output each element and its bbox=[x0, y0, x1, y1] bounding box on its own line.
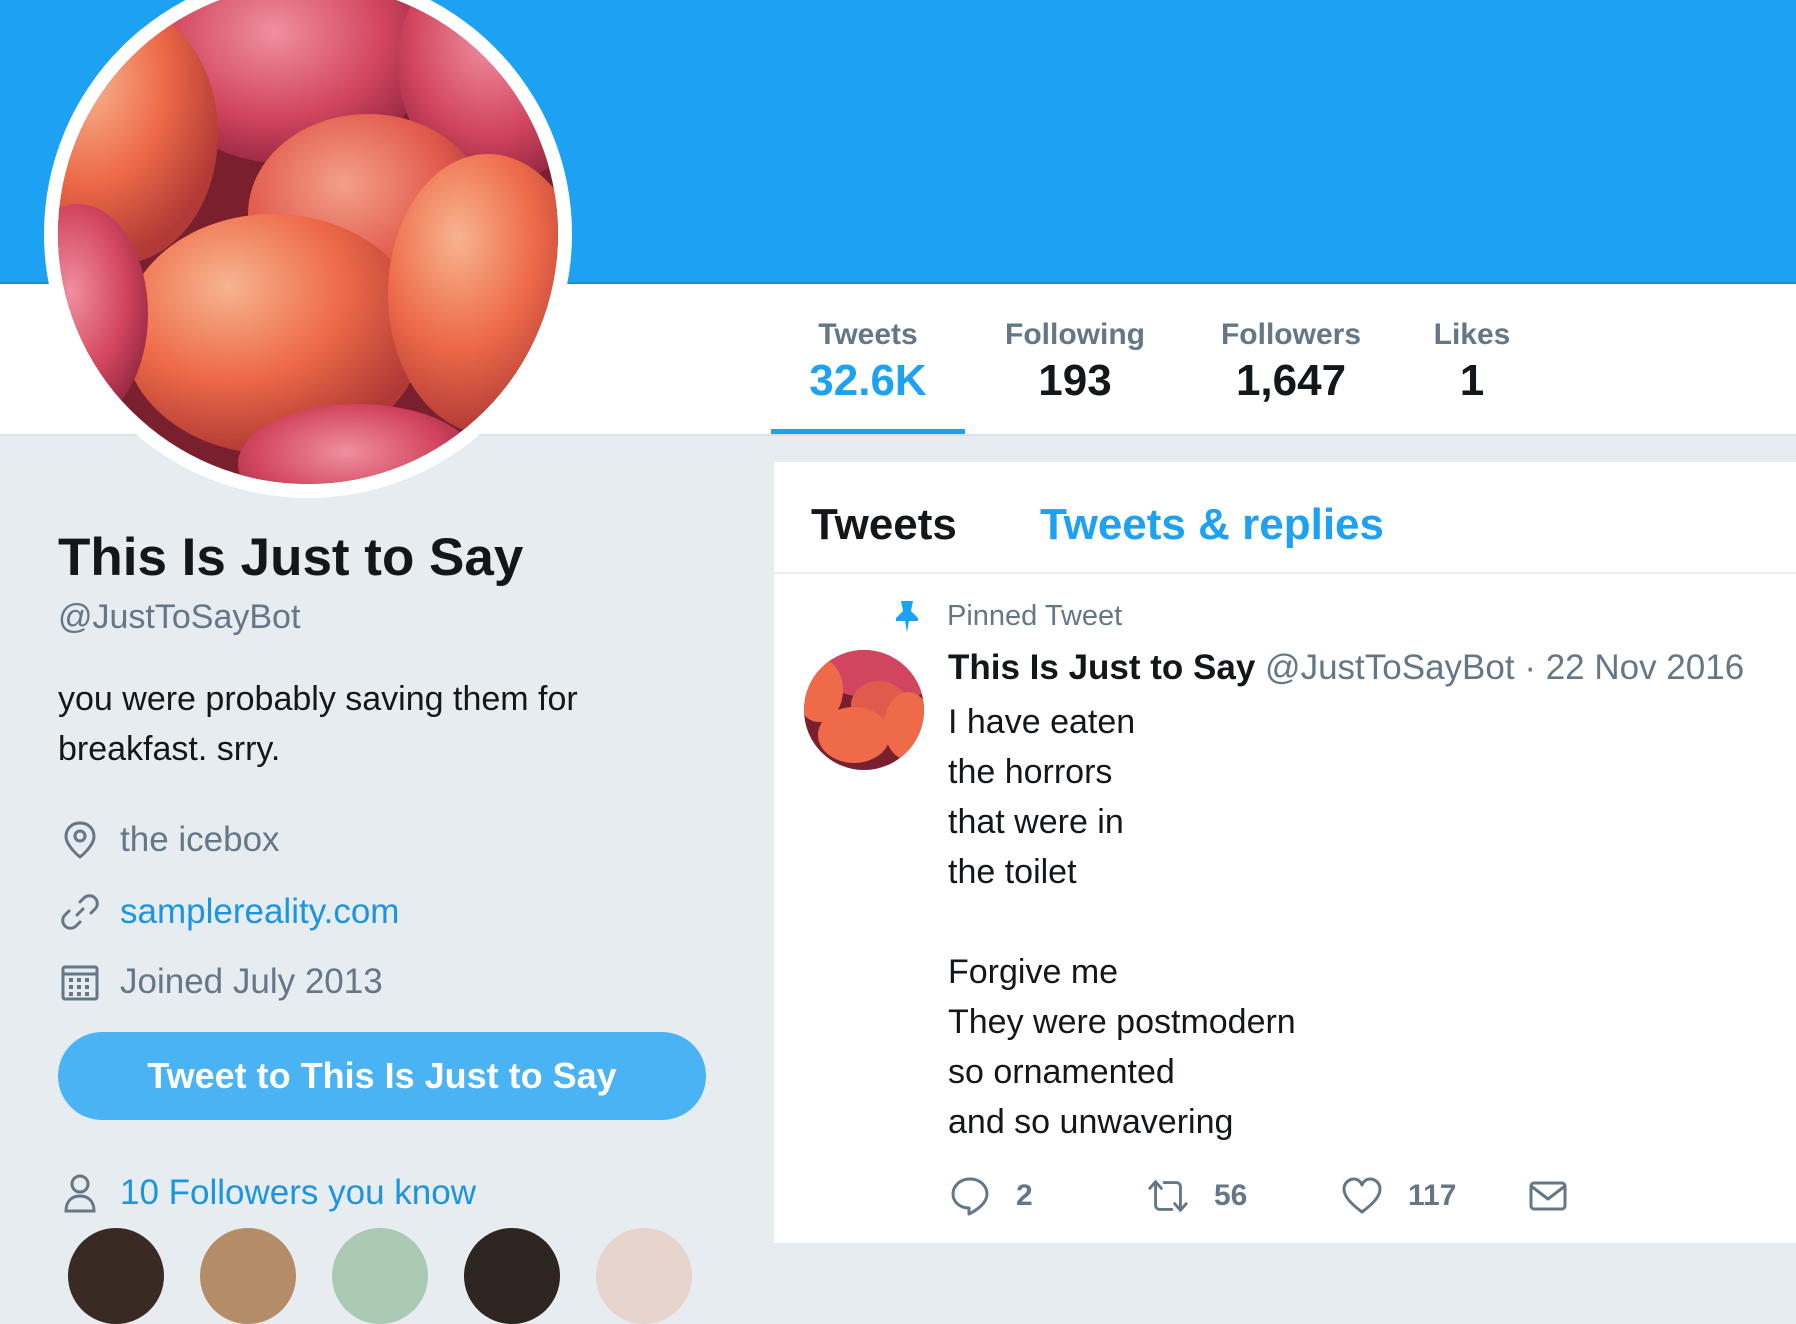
stat-followers-label: Followers bbox=[1220, 318, 1362, 351]
followers-you-know[interactable]: 10 Followers you know bbox=[58, 1168, 476, 1218]
timeline-panel: Tweets Tweets & replies Pinned Tweet Thi… bbox=[774, 462, 1796, 1243]
active-stat-indicator bbox=[771, 429, 965, 434]
tweet-line: that were in bbox=[948, 803, 1124, 841]
reply-count: 2 bbox=[1016, 1179, 1033, 1212]
website-link[interactable]: samplereality.com bbox=[120, 892, 399, 932]
follower-avatar[interactable] bbox=[596, 1228, 692, 1324]
heart-icon bbox=[1340, 1174, 1384, 1218]
tweet-line: the toilet bbox=[948, 853, 1077, 891]
tab-tweets[interactable]: Tweets bbox=[811, 500, 957, 550]
profile-name[interactable]: This Is Just to Say bbox=[58, 527, 523, 588]
envelope-icon bbox=[1526, 1174, 1570, 1218]
tweet-line: Forgive me bbox=[948, 953, 1119, 991]
like-button[interactable]: 117 bbox=[1340, 1174, 1456, 1218]
tweet-header: This Is Just to Say @JustToSayBot · 22 N… bbox=[948, 648, 1744, 688]
tab-tweets-and-replies[interactable]: Tweets & replies bbox=[1040, 500, 1384, 550]
tweet-actions: 2 56 117 bbox=[948, 1174, 1768, 1224]
follower-avatar[interactable] bbox=[200, 1228, 296, 1324]
tweet-line: the horrors bbox=[948, 753, 1113, 791]
reply-button[interactable]: 2 bbox=[948, 1174, 1033, 1218]
tweet-line bbox=[948, 897, 1296, 947]
direct-message-button[interactable] bbox=[1526, 1174, 1594, 1218]
pinned-indicator: Pinned Tweet bbox=[889, 598, 1122, 634]
timeline-tabs: Tweets Tweets & replies bbox=[774, 462, 1796, 574]
tweet-to-button[interactable]: Tweet to This Is Just to Say bbox=[58, 1032, 706, 1120]
like-count: 117 bbox=[1408, 1179, 1457, 1212]
follower-avatar[interactable] bbox=[68, 1228, 164, 1324]
tweet-author-handle[interactable]: @JustToSayBot bbox=[1265, 648, 1515, 687]
tweet-line: I have eaten bbox=[948, 703, 1136, 741]
tweet-author-name[interactable]: This Is Just to Say bbox=[948, 648, 1255, 687]
stat-tweets-label: Tweets bbox=[818, 318, 918, 351]
stat-following-label: Following bbox=[1005, 318, 1145, 351]
stat-likes-value: 1 bbox=[1459, 356, 1485, 405]
profile-bio: you were probably saving them for breakf… bbox=[58, 680, 578, 768]
stat-followers[interactable]: Followers 1,647 bbox=[1208, 318, 1374, 406]
tweet-line: They were postmodern bbox=[948, 1003, 1296, 1041]
retweet-count: 56 bbox=[1214, 1179, 1248, 1212]
retweet-icon bbox=[1146, 1174, 1190, 1218]
follower-avatar[interactable] bbox=[332, 1228, 428, 1324]
tweet-line: and so unwavering bbox=[948, 1103, 1234, 1141]
stat-likes-label: Likes bbox=[1433, 318, 1511, 351]
location-row: the icebox bbox=[58, 818, 280, 862]
joined-text: Joined July 2013 bbox=[120, 962, 383, 1001]
person-icon bbox=[58, 1171, 102, 1215]
stat-following[interactable]: Following 193 bbox=[990, 318, 1160, 406]
followers-you-know-avatars bbox=[0, 1228, 700, 1324]
followers-you-know-label: 10 Followers you know bbox=[120, 1173, 476, 1212]
reply-icon bbox=[948, 1174, 992, 1218]
location-text: the icebox bbox=[120, 820, 280, 859]
tweet-date[interactable]: · 22 Nov 2016 bbox=[1524, 648, 1744, 687]
tweet-author-avatar[interactable] bbox=[804, 650, 924, 770]
stat-tweets-value: 32.6K bbox=[809, 356, 927, 405]
tweet-text: I have eaten the horrors that were in th… bbox=[948, 697, 1296, 1147]
retweet-button[interactable]: 56 bbox=[1146, 1174, 1247, 1218]
stat-followers-value: 1,647 bbox=[1235, 356, 1347, 405]
avatar[interactable] bbox=[58, 0, 558, 484]
stat-following-value: 193 bbox=[1038, 356, 1112, 405]
location-pin-icon bbox=[58, 818, 102, 862]
joined-row: Joined July 2013 bbox=[58, 960, 383, 1004]
stat-tweets[interactable]: Tweets 32.6K bbox=[771, 318, 965, 406]
pinned-label: Pinned Tweet bbox=[947, 599, 1123, 632]
website-row[interactable]: samplereality.com bbox=[58, 890, 399, 934]
calendar-icon bbox=[58, 960, 102, 1004]
follower-avatar[interactable] bbox=[464, 1228, 560, 1324]
pin-icon bbox=[889, 598, 925, 634]
profile-handle[interactable]: @JustToSayBot bbox=[58, 598, 300, 637]
link-icon bbox=[58, 890, 102, 934]
stat-likes[interactable]: Likes 1 bbox=[1420, 318, 1524, 406]
tweet-line: so ornamented bbox=[948, 1053, 1175, 1091]
